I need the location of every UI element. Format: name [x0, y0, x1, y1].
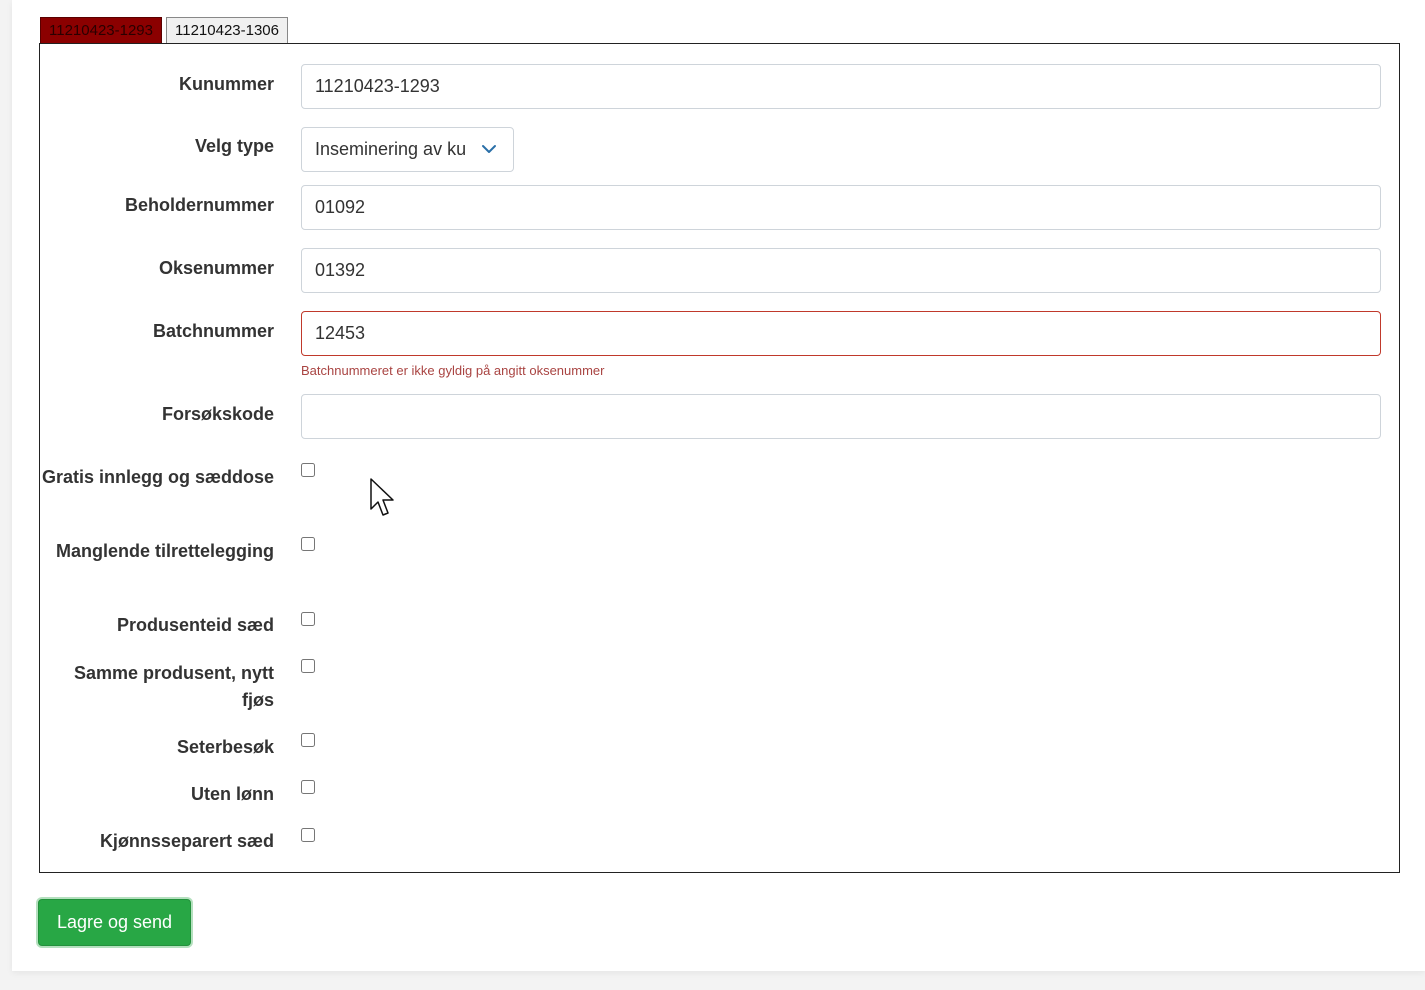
- beholdernummer-input[interactable]: [301, 185, 1381, 230]
- type-select[interactable]: Inseminering av ku: [301, 127, 514, 172]
- uten-lonn-label: Uten lønn: [191, 784, 274, 804]
- mouse-cursor-icon: [370, 478, 394, 516]
- produsenteid-saed-checkbox[interactable]: [301, 612, 315, 626]
- uten-lonn-checkbox[interactable]: [301, 780, 315, 794]
- record-tabs: 11210423-1293 11210423-1306: [40, 17, 288, 43]
- chevron-down-icon: [482, 145, 496, 153]
- forsokskode-input[interactable]: [301, 394, 1381, 439]
- gratis-innlegg-checkbox[interactable]: [301, 463, 315, 477]
- type-select-value: Inseminering av ku: [315, 139, 467, 159]
- samme-produsent-checkbox[interactable]: [301, 659, 315, 673]
- oksenummer-label: Oksenummer: [158, 258, 274, 278]
- oksenummer-input[interactable]: [301, 248, 1381, 293]
- kunummer-input[interactable]: [301, 64, 1381, 109]
- tab-record-1293[interactable]: 11210423-1293: [40, 17, 162, 43]
- kjonnsseparert-saed-label: Kjønnsseparert sæd: [99, 831, 274, 851]
- batchnummer-label: Batchnummer: [152, 321, 274, 341]
- batchnummer-input[interactable]: [301, 311, 1381, 356]
- kjonnsseparert-saed-checkbox[interactable]: [301, 828, 315, 842]
- form-panel: Kunummer Velg type Inseminering av ku Be…: [39, 43, 1400, 873]
- beholdernummer-label: Beholdernummer: [124, 195, 274, 215]
- forsokskode-label: Forsøkskode: [161, 404, 274, 424]
- manglende-tilrettelegging-checkbox[interactable]: [301, 537, 315, 551]
- save-and-send-button[interactable]: Lagre og send: [38, 899, 191, 946]
- samme-produsent-label: Samme produsent, nytt fjøs: [73, 663, 274, 710]
- batchnummer-error: Batchnummeret er ikke gyldig på angitt o…: [301, 363, 605, 378]
- seterbesok-label: Seterbesøk: [176, 737, 274, 757]
- gratis-innlegg-label: Gratis innlegg og sæddose: [41, 467, 274, 487]
- seterbesok-checkbox[interactable]: [301, 733, 315, 747]
- tab-record-1306[interactable]: 11210423-1306: [166, 17, 288, 43]
- kunummer-label: Kunummer: [178, 74, 274, 94]
- manglende-tilrettelegging-label: Manglende tilrettelegging: [55, 541, 274, 561]
- type-label: Velg type: [194, 136, 274, 156]
- produsenteid-saed-label: Produsenteid sæd: [116, 615, 274, 635]
